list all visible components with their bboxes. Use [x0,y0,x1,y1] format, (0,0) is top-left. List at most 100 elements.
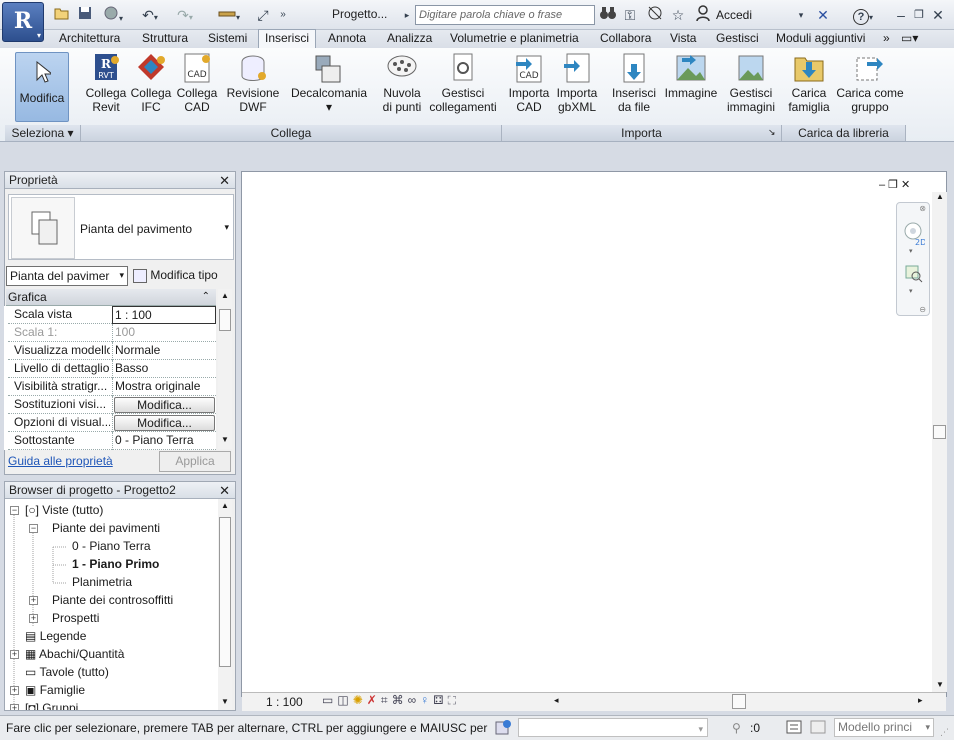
zoom-region-icon[interactable] [905,265,923,286]
point-cloud-button[interactable]: Nuvola di punti [379,50,425,114]
collapse-floor-plans-icon[interactable]: − [29,524,38,533]
search-expand-icon[interactable]: ▸ [402,5,412,25]
tree-item-legends[interactable]: ▤ Legende [25,627,86,645]
canvas-vscroll-thumb[interactable] [933,425,946,439]
restore-window-button[interactable]: ❐ [911,5,927,25]
tree-item-ground-floor[interactable]: 0 - Piano Terra [72,537,151,555]
browser-scrollbar[interactable]: ▲ ▼ [218,499,232,710]
apply-button[interactable]: Applica [159,451,231,472]
visibility-overrides-edit-button[interactable]: Modifica... [114,397,215,413]
load-family-button[interactable]: Carica famiglia [784,50,834,114]
search-input[interactable]: Digitare parola chiave o frase [415,5,595,25]
steering-wheel-2d-icon[interactable]: 2D [903,221,926,250]
prop-value-input[interactable]: 1 : 100 [112,306,216,324]
hscroll-right-icon[interactable]: ▸ [918,695,923,706]
canvas-vertical-scrollbar[interactable]: ▲ ▼ [932,192,947,692]
filter-icon[interactable]: ⚲ [732,718,741,738]
view-scale[interactable]: 1 : 100 [266,695,303,709]
link-ifc-button[interactable]: Collega IFC [130,50,172,114]
help-icon[interactable]: ? ▾ [846,5,880,25]
drawing-area[interactable] [241,171,947,697]
collapse-views-icon[interactable]: − [10,506,19,515]
workset-select[interactable]: ▾ [518,718,708,737]
hscroll-left-icon[interactable]: ◂ [554,695,559,706]
tree-item-views[interactable]: [○] Viste (tutto) [25,501,103,519]
manage-links-button[interactable]: Gestisci collegamenti [427,50,499,114]
tab-annota[interactable]: Annota [322,30,372,48]
tree-item-first-floor[interactable]: 1 - Piano Primo [72,555,159,573]
tab-moduli-aggiuntivi[interactable]: Moduli aggiuntivi [770,30,871,48]
properties-scroll-thumb[interactable] [219,309,231,331]
instance-filter-select[interactable]: Pianta del pavimer ▾ [6,266,128,286]
tab-sistemi[interactable]: Sistemi [202,30,253,48]
tab-inserisci[interactable]: Inserisci [258,29,317,49]
detail-level-icon[interactable]: ▭ [322,693,337,707]
display-options-edit-button[interactable]: Modifica... [114,415,215,431]
signin-button[interactable]: Accedi [716,8,752,22]
crop-view-icon[interactable]: ⌗ [381,693,392,707]
favorites-star-icon[interactable]: ☆ [668,5,688,25]
tree-item-groups[interactable]: [◘] Gruppi [25,699,78,710]
tab-volumetrie[interactable]: Volumetrie e planimetria [444,30,585,48]
expand-groups-icon[interactable]: + [10,704,19,710]
canvas-hscroll-thumb[interactable] [732,694,746,709]
prop-row-livello-dettaglio[interactable]: Livello di dettaglio Basso [8,360,216,378]
type-selector[interactable]: Pianta del pavimento ▾ [8,194,234,260]
binoculars-icon[interactable] [598,5,618,25]
prop-row-sottostante[interactable]: Sottostante 0 - Piano Terra [8,432,216,450]
view-control-icons[interactable]: ▭◫✺✗⌗⌘∞♀⚃⛶ [322,693,460,708]
prop-value[interactable]: 0 - Piano Terra [112,432,216,450]
image-button[interactable]: Immagine [662,50,720,100]
expand-ceiling-plans-icon[interactable]: + [29,596,38,605]
tree-item-floor-plans[interactable]: Piante dei pavimenti [52,519,160,537]
tree-item-schedules[interactable]: ▦ Abachi/Quantità [25,645,124,663]
edit-type-button[interactable]: Modifica tipo [133,267,233,285]
tab-collabora[interactable]: Collabora [594,30,657,48]
import-gbxml-button[interactable]: Importa gbXML [553,50,601,114]
prop-value[interactable]: Basso [112,360,216,378]
view-window-controls[interactable]: –❐✕ [879,178,913,191]
nav-bar-close-icon[interactable]: ⊗ [919,204,926,213]
import-dialog-launcher-icon[interactable]: ↘ [768,127,776,138]
tab-architettura[interactable]: Architettura [53,30,126,48]
tab-gestisci[interactable]: Gestisci [710,30,765,48]
ribbon-minimize-icon[interactable]: ▭▾ [895,30,924,48]
tab-analizza[interactable]: Analizza [381,30,438,48]
nav-bar-options-icon[interactable]: ⊖ [919,305,926,314]
save-icon[interactable] [76,5,94,25]
properties-scrollbar[interactable]: ▲ ▼ [218,289,232,449]
project-browser-close-icon[interactable]: ✕ [219,482,230,499]
shadows-icon[interactable]: ✗ [367,693,381,707]
insert-from-file-button[interactable]: Inserisci da file [607,50,661,114]
expand-families-icon[interactable]: + [10,686,19,695]
tab-overflow-icon[interactable]: » [877,30,896,48]
resize-grip-icon[interactable]: ⋰ [940,722,949,740]
worksets-icon[interactable] [494,718,512,740]
tree-item-elevations[interactable]: Prospetti [52,609,99,627]
analytical-model-icon[interactable]: ⚃ [433,693,447,707]
minimize-window-button[interactable]: – [893,5,909,25]
group-grafica-header[interactable]: Grafica ⌃ [6,289,216,306]
link-revit-button[interactable]: RVT R Collega Revit [83,50,129,114]
prop-row-visualizza-modello[interactable]: Visualizza modello Normale [8,342,216,360]
properties-help-link[interactable]: Guida alle proprietà [8,454,113,468]
show-crop-icon[interactable]: ⌘ [392,693,408,707]
dwf-markup-button[interactable]: Revisione DWF [223,50,283,114]
sun-path-icon[interactable]: ✺ [353,693,367,707]
browser-scroll-thumb[interactable] [219,517,231,667]
editing-requests-icon[interactable] [786,719,802,740]
prop-row-visibilita[interactable]: Visibilità stratigr... Mostra originale [8,378,216,396]
prop-value[interactable]: Mostra originale [112,378,216,396]
subscription-icon[interactable] [645,5,665,25]
open-icon[interactable] [53,5,71,25]
qat-more-icon[interactable]: » [276,5,290,25]
visual-style-icon[interactable]: ◫ [337,693,352,707]
properties-close-icon[interactable]: ✕ [219,172,230,189]
tab-vista[interactable]: Vista [664,30,702,48]
decal-button[interactable]: Decalcomania ▾ [290,50,368,114]
tree-item-site-plan[interactable]: Planimetria [72,573,132,591]
temp-hide-icon[interactable]: ∞ [408,693,421,707]
constraints-icon[interactable]: ⛶ [448,693,460,707]
aligned-dimension-icon[interactable]: ⤢ [252,5,274,25]
prop-row-sostituzioni[interactable]: Sostituzioni visi... Modifica... [8,396,216,414]
